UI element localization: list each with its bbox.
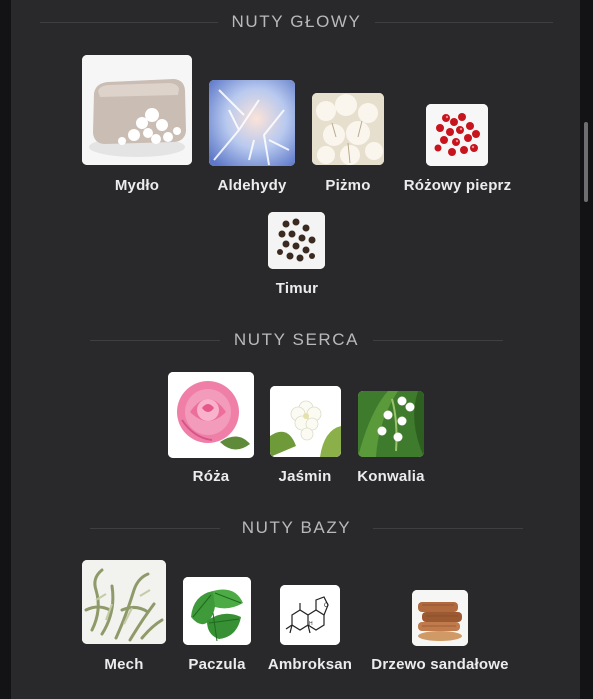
note-label: Konwalia xyxy=(357,468,425,485)
section-header-top-notes: NUTY GŁOWY xyxy=(0,12,593,32)
note-label: Drzewo sandałowe xyxy=(371,656,509,673)
musk-fluff-icon xyxy=(312,93,384,165)
section-header-heart-notes: NUTY SERCA xyxy=(0,330,593,350)
soap-icon xyxy=(82,55,192,165)
note-item-sandalwood[interactable]: Drzewo sandałowe xyxy=(366,590,514,675)
note-item-lily-of-the-valley[interactable]: Konwalia xyxy=(348,391,434,487)
note-item-jasmine[interactable]: Jaśmin xyxy=(263,386,347,487)
note-label: Aldehydy xyxy=(217,177,287,194)
note-item-pink-pepper[interactable]: Różowy pieprz xyxy=(390,104,525,195)
pink-pepper-icon xyxy=(426,104,488,166)
note-item-ambroxan[interactable]: O H Ambroksan xyxy=(262,585,358,675)
note-label: Paczula xyxy=(188,656,246,673)
ambroxan-molecule-icon: O H xyxy=(280,585,340,645)
lily-of-the-valley-icon xyxy=(358,391,424,457)
note-label: Timur xyxy=(275,280,319,297)
note-item-aldehydes[interactable]: Aldehydy xyxy=(197,80,307,195)
svg-text:H: H xyxy=(309,621,313,627)
timur-pepper-icon xyxy=(268,212,325,269)
section-header-base-notes: NUTY BAZY xyxy=(0,518,593,538)
note-item-soap[interactable]: Mydło xyxy=(72,55,202,195)
note-item-patchouli[interactable]: Paczula xyxy=(177,577,257,675)
section-title: NUTY GŁOWY xyxy=(217,12,376,32)
frost-icon xyxy=(209,80,295,166)
note-item-timur[interactable]: Timur xyxy=(252,212,342,298)
note-label: Mech xyxy=(104,656,144,673)
note-item-moss[interactable]: Mech xyxy=(77,560,171,675)
jasmine-icon xyxy=(270,386,341,457)
rose-icon xyxy=(168,372,254,458)
scrollbar[interactable] xyxy=(584,122,588,202)
section-title: NUTY SERCA xyxy=(219,330,374,350)
svg-text:O: O xyxy=(324,603,329,609)
patchouli-leaf-icon xyxy=(183,577,251,645)
note-label: Mydło xyxy=(114,177,160,194)
sandalwood-icon xyxy=(412,590,468,646)
note-item-musk[interactable]: Piżmo xyxy=(303,93,393,195)
note-label: Ambroksan xyxy=(267,656,353,673)
section-title: NUTY BAZY xyxy=(227,518,366,538)
note-label: Róża xyxy=(192,468,230,485)
note-label: Piżmo xyxy=(325,177,371,194)
moss-icon xyxy=(82,560,166,644)
note-label: Jaśmin xyxy=(278,468,332,485)
note-label: Różowy pieprz xyxy=(403,177,512,194)
note-item-rose[interactable]: Róża xyxy=(163,372,259,487)
